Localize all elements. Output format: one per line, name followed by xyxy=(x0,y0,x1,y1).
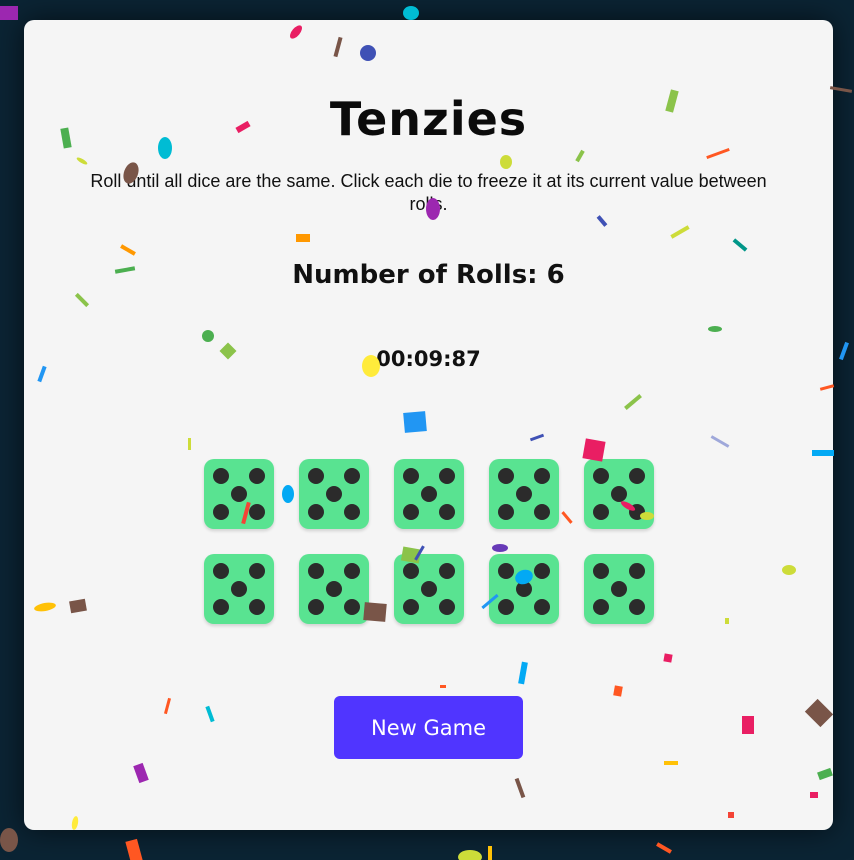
die-pip xyxy=(498,563,514,579)
die-pip xyxy=(231,486,247,502)
instructions-text: Roll until all dice are the same. Click … xyxy=(90,171,767,214)
die-pip xyxy=(308,468,324,484)
die-pip xyxy=(344,599,360,615)
confetti-piece xyxy=(839,341,849,361)
die-pip xyxy=(439,599,455,615)
die-pip xyxy=(629,468,645,484)
die[interactable] xyxy=(489,459,559,529)
confetti-piece xyxy=(0,6,18,20)
die-pip xyxy=(498,504,514,520)
die-pip xyxy=(249,504,265,520)
die-pip xyxy=(593,563,609,579)
die-pip xyxy=(213,563,229,579)
die-pip xyxy=(516,486,532,502)
die-pip xyxy=(403,563,419,579)
die-pip xyxy=(611,581,627,597)
die-pip xyxy=(213,468,229,484)
die-pip xyxy=(213,599,229,615)
die-pip xyxy=(534,468,550,484)
die-pip xyxy=(308,599,324,615)
confetti-piece xyxy=(488,846,492,860)
die-pip xyxy=(439,468,455,484)
die-pip xyxy=(344,563,360,579)
die-pip xyxy=(439,563,455,579)
die-pip xyxy=(498,468,514,484)
die-pip xyxy=(629,599,645,615)
die[interactable] xyxy=(299,459,369,529)
die-pip xyxy=(344,468,360,484)
die-pip xyxy=(516,581,532,597)
die-pip xyxy=(249,599,265,615)
die-pip xyxy=(308,563,324,579)
die-pip xyxy=(308,504,324,520)
new-game-button[interactable]: New Game xyxy=(334,696,523,759)
die-pip xyxy=(421,486,437,502)
die-pip xyxy=(593,468,609,484)
die-pip xyxy=(326,486,342,502)
die-pip xyxy=(344,504,360,520)
die-pip xyxy=(534,599,550,615)
die[interactable] xyxy=(299,554,369,624)
die-pip xyxy=(498,599,514,615)
die-pip xyxy=(593,599,609,615)
die-pip xyxy=(629,504,645,520)
die-pip xyxy=(421,581,437,597)
die-pip xyxy=(326,581,342,597)
die-pip xyxy=(403,599,419,615)
die-pip xyxy=(403,504,419,520)
die[interactable] xyxy=(394,459,464,529)
die-pip xyxy=(593,504,609,520)
die[interactable] xyxy=(584,459,654,529)
die[interactable] xyxy=(489,554,559,624)
confetti-piece xyxy=(125,838,143,860)
roll-counter: Number of Rolls: 6 xyxy=(292,260,565,290)
die-pip xyxy=(231,581,247,597)
confetti-piece xyxy=(458,850,482,860)
die-pip xyxy=(439,504,455,520)
confetti-piece xyxy=(403,6,419,20)
game-timer: 00:09:87 xyxy=(376,347,481,371)
die[interactable] xyxy=(394,554,464,624)
die-pip xyxy=(249,468,265,484)
die-pip xyxy=(611,486,627,502)
confetti-piece xyxy=(656,842,672,854)
game-title: Tenzies xyxy=(329,92,528,146)
die[interactable] xyxy=(204,554,274,624)
die-pip xyxy=(249,563,265,579)
die-pip xyxy=(534,504,550,520)
confetti-piece xyxy=(0,828,18,852)
game-card: Tenzies Roll until all dice are the same… xyxy=(24,20,833,830)
confetti-piece xyxy=(829,86,853,93)
die[interactable] xyxy=(204,459,274,529)
die-pip xyxy=(213,504,229,520)
die-pip xyxy=(629,563,645,579)
die[interactable] xyxy=(584,554,654,624)
die-pip xyxy=(403,468,419,484)
dice-grid xyxy=(204,459,654,624)
die-pip xyxy=(534,563,550,579)
